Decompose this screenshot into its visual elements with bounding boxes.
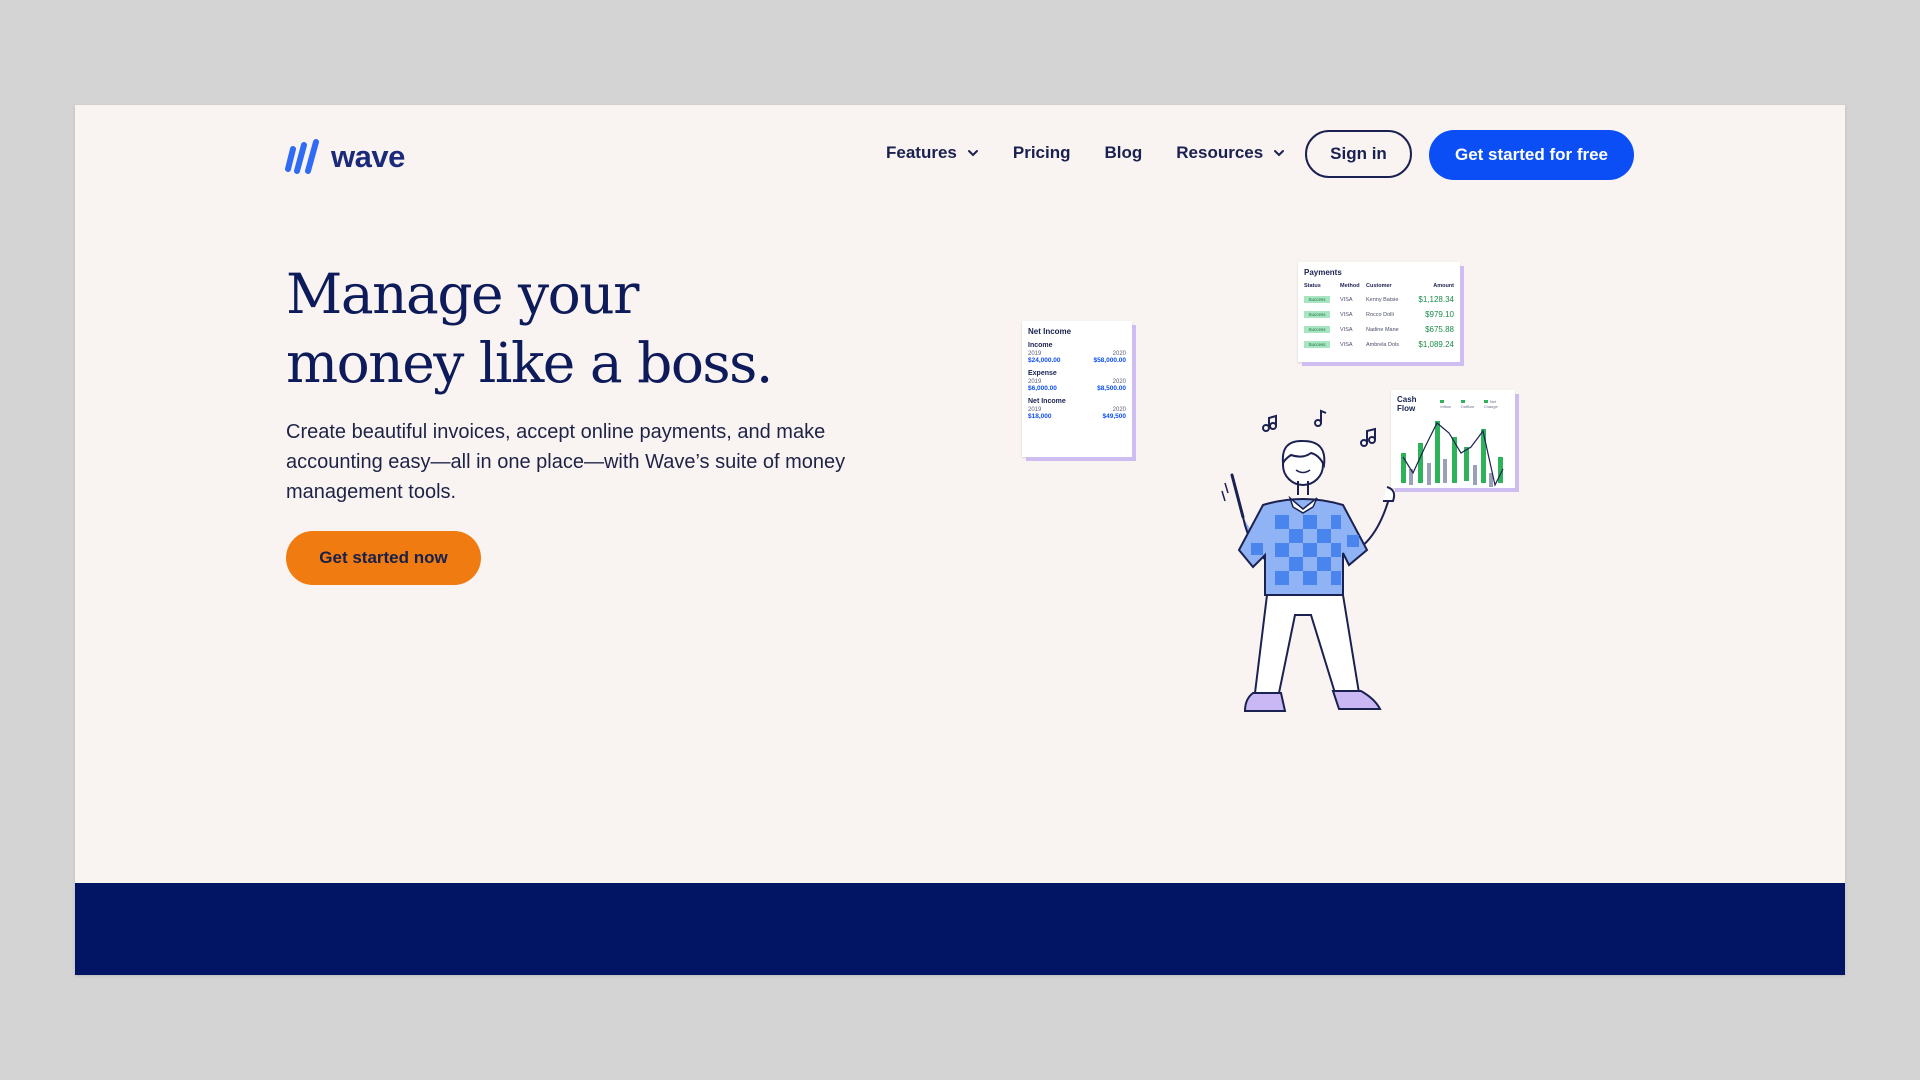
wave-logo-icon: [285, 139, 319, 174]
ni-section-expense: Expense 2019 2020 $6,000.00 $8,500.00: [1028, 370, 1126, 392]
net-income-card: Net Income Income 2019 2020 $24,000.00 $58…: [1022, 321, 1132, 457]
hero-title-line1: Manage your: [286, 262, 639, 326]
cash-flow-legend: Inflow Outflow Net Change: [1440, 399, 1509, 409]
ni-value: $24,000.00: [1028, 357, 1061, 364]
nav-item-label: Pricing: [1012, 143, 1071, 162]
footer-band: [75, 883, 1845, 975]
nav-item-pricing[interactable]: Pricing: [1013, 143, 1071, 163]
ni-value: $8,500.00: [1097, 385, 1126, 392]
hero-subtitle: Create beautiful invoices, accept online…: [286, 421, 846, 503]
ni-section-label: Net Income: [1028, 398, 1066, 405]
hero-title-line2: money like a boss.: [286, 331, 773, 395]
ni-value: $58,000.00: [1093, 357, 1126, 364]
payments-title: Payments: [1304, 268, 1342, 277]
hero-title: Manage your money like a boss.: [286, 260, 846, 398]
legend-entry: Net Change: [1484, 399, 1509, 409]
nav-item-label: Blog: [1104, 143, 1143, 162]
column-header: Method: [1340, 283, 1360, 289]
get-started-now-button[interactable]: Get started now: [286, 531, 481, 585]
chevron-down-icon: [967, 150, 978, 157]
logo[interactable]: wave: [285, 137, 405, 177]
character-illustration: [1221, 409, 1396, 712]
legend-entry: Outflow: [1461, 399, 1479, 409]
column-header: Status: [1304, 283, 1321, 289]
ni-value: $6,000.00: [1028, 385, 1057, 392]
column-header: Amount: [1433, 283, 1454, 289]
nav-item-features[interactable]: Features: [886, 143, 979, 163]
payments-header: Status Method Customer Amount: [1304, 283, 1454, 289]
sign-in-button[interactable]: Sign in: [1305, 130, 1412, 178]
nav-item-label: Features: [886, 143, 957, 162]
ni-value: $49,500: [1102, 413, 1127, 420]
ni-section-label: Expense: [1028, 370, 1057, 377]
nav-item-label: Resources: [1176, 143, 1264, 162]
main-nav: Features Pricing Blog Resources: [886, 143, 1319, 163]
ni-section-label: Income: [1028, 342, 1053, 349]
chevron-down-icon: [1274, 150, 1285, 157]
page: wave Features Pricing Blog Resources Sig…: [75, 105, 1845, 975]
music-note-icon: [1262, 409, 1376, 447]
ni-section-net: Net Income 2019 2020 $18,000 $49,500: [1028, 398, 1126, 420]
nav-item-blog[interactable]: Blog: [1105, 143, 1143, 163]
column-header: Customer: [1366, 283, 1392, 289]
ni-value: $18,000: [1028, 413, 1052, 420]
logo-text: wave: [331, 139, 405, 174]
get-started-free-button[interactable]: Get started for free: [1429, 130, 1634, 180]
ni-section-income: Income 2019 2020 $24,000.00 $58,000.00: [1028, 342, 1126, 364]
legend-entry: Inflow: [1440, 399, 1455, 409]
nav-item-resources[interactable]: Resources: [1176, 143, 1285, 163]
net-income-title: Net Income: [1028, 327, 1072, 336]
